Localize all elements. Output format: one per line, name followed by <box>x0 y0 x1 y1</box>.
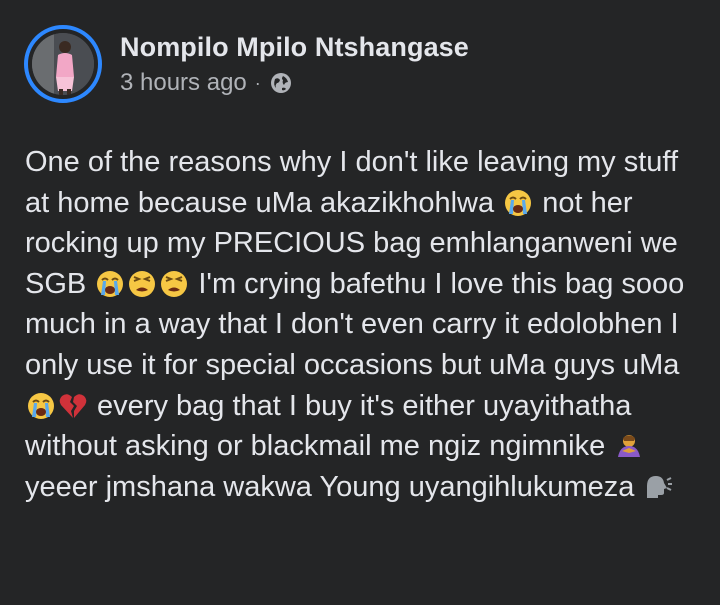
weary-face-icon <box>127 269 157 299</box>
loudly-crying-face-icon <box>95 269 125 299</box>
post-subline: 3 hours ago · <box>120 68 469 98</box>
author-name[interactable]: Nompilo Mpilo Ntshangase <box>120 30 469 64</box>
post-card: Nompilo Mpilo Ntshangase 3 hours ago · O… <box>0 0 720 605</box>
globe-icon[interactable] <box>269 71 293 95</box>
author-avatar[interactable] <box>24 25 102 103</box>
broken-heart-icon <box>58 391 88 421</box>
post-timestamp[interactable]: 3 hours ago <box>120 68 247 98</box>
weary-face-icon <box>159 269 189 299</box>
speaking-head-icon <box>643 472 673 502</box>
avatar-image <box>32 33 94 95</box>
post-body: One of the reasons why I don't like leav… <box>25 142 705 507</box>
person-bowing-icon <box>614 431 644 461</box>
post-text-segment: yeeer jmshana wakwa Young uyangihlukumez… <box>25 470 643 503</box>
post-header: Nompilo Mpilo Ntshangase 3 hours ago · <box>24 22 469 106</box>
loudly-crying-face-icon <box>503 188 533 218</box>
loudly-crying-face-icon <box>26 391 56 421</box>
post-text-segment: every bag that I buy it's either uyayith… <box>25 389 632 463</box>
separator-dot: · <box>254 73 261 93</box>
post-meta: Nompilo Mpilo Ntshangase 3 hours ago · <box>120 30 469 98</box>
